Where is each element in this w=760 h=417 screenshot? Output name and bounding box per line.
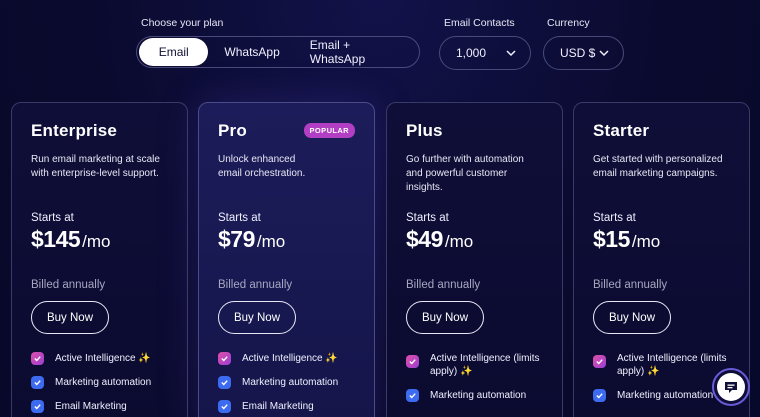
feature-item: Email Marketing (31, 400, 168, 413)
check-icon (406, 389, 419, 402)
billing-note: Billed annually (593, 279, 668, 291)
feature-item: Active Intelligence ✨ (218, 352, 355, 365)
contacts-label: Email Contacts (444, 17, 515, 29)
currency-value: USD $ (560, 46, 596, 60)
price-period: /mo (82, 232, 111, 251)
feature-item: Active Intelligence ✨ (31, 352, 168, 365)
feature-item: Marketing automation (218, 376, 355, 389)
starts-at-label: Starts at (31, 212, 74, 224)
chat-button[interactable] (712, 368, 750, 406)
feature-text: Email Marketing (55, 401, 127, 412)
check-icon (218, 400, 231, 413)
feature-text: Email Marketing (242, 401, 314, 412)
feature-list: Active Intelligence (limits apply) ✨ Mar… (593, 352, 730, 402)
check-icon (218, 376, 231, 389)
popular-badge: POPULAR (303, 123, 355, 138)
price-amount: $49 (406, 226, 443, 252)
check-icon (593, 355, 606, 368)
starts-at-label: Starts at (593, 212, 636, 224)
feature-item: Email Marketing (218, 400, 355, 413)
check-icon (406, 355, 419, 368)
starts-at-label: Starts at (218, 212, 261, 224)
price-period: /mo (256, 232, 286, 251)
feature-list: Active Intelligence ✨ Marketing automati… (218, 352, 355, 413)
feature-item: Marketing automation (406, 389, 543, 402)
feature-text: Marketing automation (55, 377, 152, 388)
feature-text: Marketing automation (242, 377, 339, 388)
card-description: Go further with automation and powerful … (406, 154, 524, 193)
price: $15 /mo (593, 226, 730, 253)
feature-list: Active Intelligence ✨ Marketing automati… (31, 352, 168, 413)
buy-now-button[interactable]: Buy Now (31, 301, 109, 334)
feature-item: Active Intelligence (limits apply) ✨ (593, 352, 730, 378)
currency-label: Currency (547, 17, 590, 29)
feature-text: Active Intelligence (limits apply) ✨ (430, 353, 540, 377)
plan-toggle: Email WhatsApp Email + WhatsApp (136, 36, 420, 68)
check-icon (593, 389, 606, 402)
feature-item: Marketing automation (593, 389, 730, 402)
card-title: Plus (406, 121, 443, 140)
contacts-select[interactable]: 1,000 (439, 36, 531, 70)
plan-option-email[interactable]: Email (139, 38, 209, 66)
feature-text: Active Intelligence ✨ (242, 353, 338, 364)
pricing-page: Choose your plan Email WhatsApp Email + … (0, 0, 760, 417)
chevron-down-icon (506, 50, 516, 57)
check-icon (218, 352, 231, 365)
check-icon (31, 376, 44, 389)
billing-note: Billed annually (406, 279, 481, 291)
price: $49 /mo (406, 226, 543, 253)
plan-option-whatsapp[interactable]: WhatsApp (208, 38, 295, 66)
price: $145 /mo (31, 226, 168, 253)
check-icon (31, 400, 44, 413)
price-amount: $15 (593, 226, 630, 252)
buy-now-button[interactable]: Buy Now (406, 301, 484, 334)
price-period: /mo (444, 232, 474, 251)
card-title: Starter (593, 121, 650, 140)
price-period: /mo (631, 232, 661, 251)
card-description: Unlock enhanced email orchestration. (218, 154, 306, 179)
feature-text: Active Intelligence ✨ (55, 353, 151, 364)
price: $79 /mo (218, 226, 355, 253)
buy-now-button[interactable]: Buy Now (218, 301, 296, 334)
buy-now-button[interactable]: Buy Now (593, 301, 671, 334)
billing-note: Billed annually (31, 279, 106, 291)
price-amount: $79 (218, 226, 255, 252)
plan-label: Choose your plan (141, 17, 224, 29)
price-amount: $145 (31, 226, 81, 252)
feature-item: Marketing automation (31, 376, 168, 389)
feature-list: Active Intelligence (limits apply) ✨ Mar… (406, 352, 543, 402)
card-description: Get started with personalized email mark… (593, 154, 723, 179)
billing-note: Billed annually (218, 279, 293, 291)
plan-card-enterprise: Enterprise Run email marketing at scale … (11, 102, 188, 417)
contacts-value: 1,000 (456, 46, 487, 60)
plan-card-pro: Pro POPULAR Unlock enhanced email orches… (198, 102, 375, 417)
chevron-down-icon (599, 50, 609, 57)
card-description: Run email marketing at scale with enterp… (31, 154, 160, 179)
currency-select[interactable]: USD $ (543, 36, 624, 70)
feature-item: Active Intelligence (limits apply) ✨ (406, 352, 543, 378)
plan-option-email-whatsapp[interactable]: Email + WhatsApp (296, 38, 417, 66)
feature-text: Marketing automation (430, 390, 527, 401)
card-title: Enterprise (31, 121, 118, 140)
plan-card-plus: Plus Go further with automation and powe… (386, 102, 563, 417)
feature-text: Active Intelligence (limits apply) ✨ (617, 353, 727, 377)
starts-at-label: Starts at (406, 212, 449, 224)
check-icon (31, 352, 44, 365)
chat-icon (717, 373, 745, 401)
